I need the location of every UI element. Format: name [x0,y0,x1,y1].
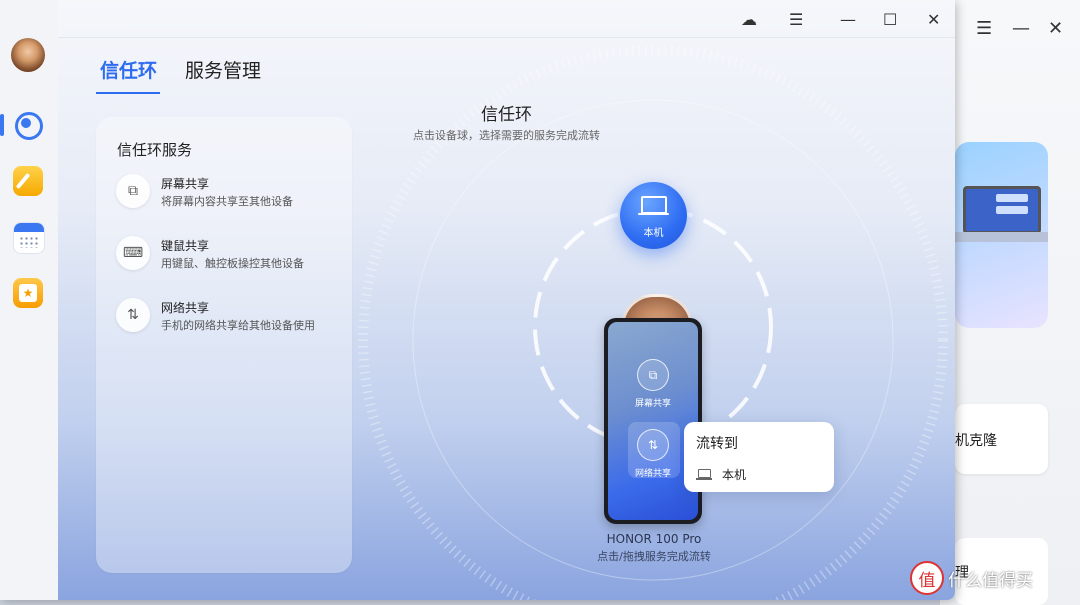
device-name: HONOR 100 Pro [606,532,702,546]
device-hint: 点击/拖拽服务完成流转 [597,550,711,563]
watermark: 值 什么值得买 [910,560,1033,596]
network-share-icon: ⇅ [637,429,669,461]
background-card-laptop[interactable] [955,142,1048,328]
laptop-icon [698,469,711,478]
phone-screen: ⧉ 屏幕共享 ⇅ 网络共享 [608,322,698,520]
minimize-icon[interactable]: — [1012,18,1030,39]
content-area: ☁ ☰ — ☐ ✕ 信任环 服务管理 信任环服务 ⧉ 屏幕共享 将屏幕内容共享至… [58,0,955,600]
screen-share-icon: ⧉ [637,359,669,391]
background-card-clone[interactable]: 机克隆 [955,404,1048,474]
watermark-logo: 值 [910,561,944,595]
sidebar: ★ [0,0,58,600]
local-device-ball[interactable]: 本机 [620,182,687,249]
laptop-icon [641,196,667,214]
background-card-label: 机克隆 [955,433,997,449]
active-indicator [0,114,4,136]
popup-item-label: 本机 [722,468,747,482]
close-icon[interactable]: ✕ [1048,18,1063,39]
avatar[interactable] [11,38,45,72]
gallery-icon[interactable]: ★ [13,278,43,308]
main-window: ★ ☁ ☰ — ☐ ✕ 信任环 服务管理 信任环服务 ⧉ 屏幕共享 将屏幕内容共… [0,0,955,600]
phone-service-screen-share[interactable]: ⧉ 屏幕共享 [608,359,698,409]
phone-device[interactable]: ⧉ 屏幕共享 ⇅ 网络共享 [604,318,702,524]
notes-icon[interactable] [13,166,43,196]
watermark-text: 什么值得买 [948,570,1033,591]
center-subtitle: 点击设备球，选择需要的服务完成流转 [413,129,600,142]
laptop-illustration [963,186,1041,234]
menu-icon[interactable]: ☰ [976,18,992,39]
local-device-label: 本机 [643,228,664,239]
phone-service-label: 屏幕共享 [634,399,671,409]
trust-ring-graphic [358,45,948,600]
calendar-icon[interactable] [13,222,45,254]
phone-service-label: 网络共享 [634,469,671,479]
flow-to-popup: 流转到 本机 [684,422,834,492]
center-title: 信任环 [481,105,532,125]
trust-ring-icon[interactable] [13,110,43,140]
popup-title: 流转到 [696,436,738,452]
